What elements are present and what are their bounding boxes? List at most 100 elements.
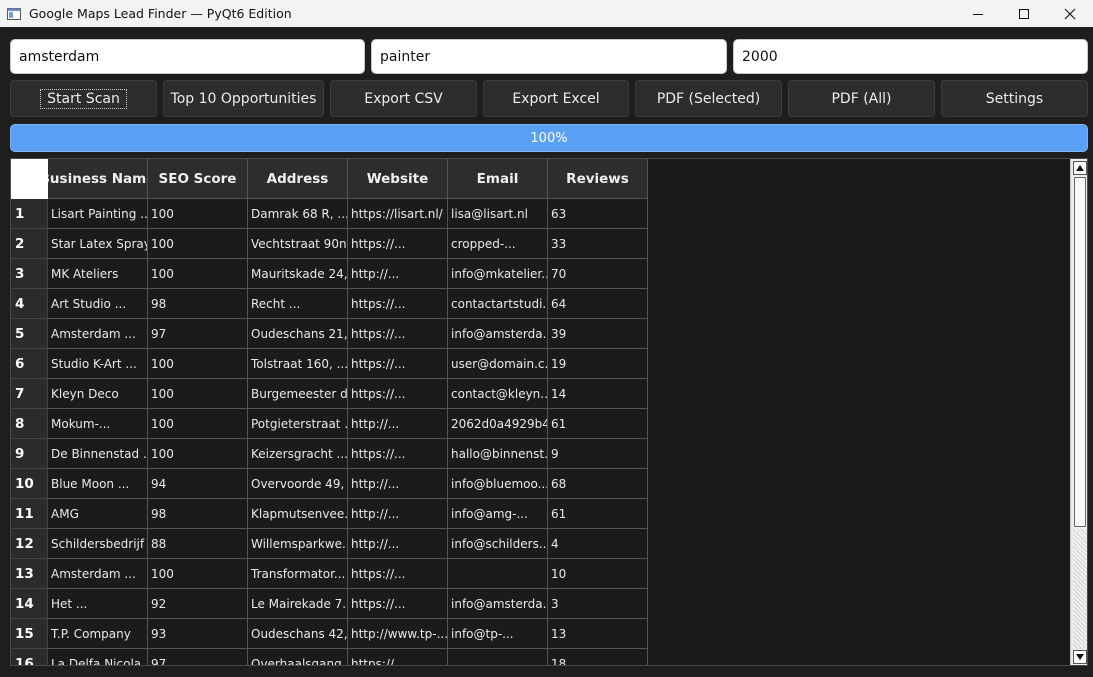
row-header[interactable]: 2 <box>11 229 48 259</box>
cell-seo-score[interactable]: 100 <box>148 409 248 439</box>
keyword-input[interactable] <box>371 39 727 74</box>
cell-business-name[interactable]: Lisart Painting ... <box>48 199 148 229</box>
cell-reviews[interactable]: 68 <box>548 469 648 499</box>
table-row[interactable]: 7Kleyn Deco100Burgemeester d...https://.… <box>11 379 648 409</box>
cell-business-name[interactable]: T.P. Company <box>48 619 148 649</box>
scroll-up-button[interactable] <box>1073 161 1087 175</box>
cell-website[interactable]: http://... <box>348 529 448 559</box>
cell-seo-score[interactable]: 100 <box>148 559 248 589</box>
cell-seo-score[interactable]: 93 <box>148 619 248 649</box>
cell-reviews[interactable]: 14 <box>548 379 648 409</box>
cell-reviews[interactable]: 9 <box>548 439 648 469</box>
table-row[interactable]: 8 Mokum-... 100 Potgieterstraat ... http://.… <box>11 409 648 439</box>
cell-reviews[interactable]: 10 <box>548 559 648 589</box>
cell-seo-score[interactable]: 100 <box>148 259 248 289</box>
row-header[interactable]: 13 <box>11 559 48 589</box>
scrollbar-thumb[interactable] <box>1074 177 1086 527</box>
cell-address[interactable]: Oudeschans 21,... <box>248 319 348 349</box>
table-row[interactable]: 5Amsterdam ...97Oudeschans 21,...https:/… <box>11 319 648 349</box>
cell-email[interactable]: info@tp-... <box>448 619 548 649</box>
export-csv-button[interactable]: Export CSV <box>330 80 477 117</box>
cell-website[interactable]: https://... <box>348 349 448 379</box>
row-header[interactable]: 3 <box>11 259 48 289</box>
table-row[interactable]: 6 Studio K-Art ... 100 Tolstraat 160, ... ht… <box>11 349 648 379</box>
cell-business-name[interactable]: AMG <box>48 499 148 529</box>
cell-address[interactable]: Potgieterstraat ... <box>248 409 348 439</box>
cell-seo-score[interactable]: 100 <box>148 349 248 379</box>
pdf-selected-button[interactable]: PDF (Selected) <box>635 80 782 117</box>
cell-reviews[interactable]: 19 <box>548 349 648 379</box>
cell-reviews[interactable]: 70 <box>548 259 648 289</box>
scroll-down-button[interactable] <box>1073 650 1087 664</box>
table-row[interactable]: 12Schildersbedrijf ...88Willemsparkwe...… <box>11 529 648 559</box>
close-button[interactable] <box>1047 0 1093 27</box>
cell-business-name[interactable]: Mokum-... <box>48 409 148 439</box>
pdf-all-button[interactable]: PDF (All) <box>788 80 935 117</box>
cell-address[interactable]: Le Mairekade 7... <box>248 589 348 619</box>
row-header[interactable]: 7 <box>11 379 48 409</box>
cell-reviews[interactable]: 61 <box>548 409 648 439</box>
table-row[interactable]: 11 AMG 98 Klapmutsenvee... http://... info@am… <box>11 499 648 529</box>
top10-opportunities-button[interactable]: Top 10 Opportunities <box>163 80 324 117</box>
cell-seo-score[interactable]: 97 <box>148 649 248 665</box>
cell-website[interactable]: https://lisart.nl/ <box>348 199 448 229</box>
table-row[interactable]: 13 Amsterdam ... 100 Transformator... https:… <box>11 559 648 589</box>
row-header[interactable]: 6 <box>11 349 48 379</box>
settings-button[interactable]: Settings <box>941 80 1088 117</box>
row-header[interactable]: 9 <box>11 439 48 469</box>
column-header-email[interactable]: Email <box>448 159 548 199</box>
row-header[interactable]: 15 <box>11 619 48 649</box>
cell-address[interactable]: Overhaalsgang ... <box>248 649 348 665</box>
cell-address[interactable]: Willemsparkwe... <box>248 529 348 559</box>
cell-reviews[interactable]: 18 <box>548 649 648 665</box>
cell-website[interactable]: http://... <box>348 409 448 439</box>
scrollbar-track[interactable] <box>1073 529 1087 649</box>
cell-business-name[interactable]: Amsterdam ... <box>48 559 148 589</box>
cell-seo-score[interactable]: 88 <box>148 529 248 559</box>
cell-seo-score[interactable]: 100 <box>148 229 248 259</box>
table-row[interactable]: 4 Art Studio ... 98 Recht ... https://... con… <box>11 289 648 319</box>
cell-business-name[interactable]: Het ... <box>48 589 148 619</box>
cell-email[interactable]: info@mkatelier.... <box>448 259 548 289</box>
row-header[interactable]: 16 <box>11 649 48 665</box>
row-header[interactable]: 4 <box>11 289 48 319</box>
cell-website[interactable]: https://... <box>348 319 448 349</box>
cell-website[interactable]: https://... <box>348 589 448 619</box>
cell-reviews[interactable]: 63 <box>548 199 648 229</box>
cell-business-name[interactable]: Studio K-Art ... <box>48 349 148 379</box>
cell-reviews[interactable]: 3 <box>548 589 648 619</box>
cell-business-name[interactable]: Blue Moon ... <box>48 469 148 499</box>
cell-business-name[interactable]: MK Ateliers <box>48 259 148 289</box>
column-header-website[interactable]: Website <box>348 159 448 199</box>
cell-address[interactable]: Vechtstraat 90n,... <box>248 229 348 259</box>
cell-reviews[interactable]: 39 <box>548 319 648 349</box>
cell-seo-score[interactable]: 98 <box>148 499 248 529</box>
cell-reviews[interactable]: 33 <box>548 229 648 259</box>
cell-business-name[interactable]: Star Latex Spray <box>48 229 148 259</box>
cell-email[interactable]: info@amg-... <box>448 499 548 529</box>
cell-email[interactable]: cropped-... <box>448 229 548 259</box>
cell-address[interactable]: Oudeschans 42,... <box>248 619 348 649</box>
cell-website[interactable]: https://... <box>348 229 448 259</box>
row-header[interactable]: 12 <box>11 529 48 559</box>
cell-email[interactable]: info@bluemoo.... <box>448 469 548 499</box>
limit-input[interactable] <box>733 39 1088 74</box>
cell-website[interactable]: https://... <box>348 439 448 469</box>
table-row[interactable]: 3MK Ateliers100Mauritskade 24,...http://… <box>11 259 648 289</box>
table-row[interactable]: 2Star Latex Spray100Vechtstraat 90n,...h… <box>11 229 648 259</box>
cell-address[interactable]: Mauritskade 24,... <box>248 259 348 289</box>
row-header[interactable]: 10 <box>11 469 48 499</box>
cell-email[interactable]: hallo@binnenst... <box>448 439 548 469</box>
maximize-button[interactable] <box>1001 0 1047 27</box>
cell-business-name[interactable]: Amsterdam ... <box>48 319 148 349</box>
table-row[interactable]: 1 Lisart Painting ... 100 Damrak 68 R, ... h… <box>11 199 648 229</box>
cell-address[interactable]: Overvoorde 49, ... <box>248 469 348 499</box>
row-header[interactable]: 14 <box>11 589 48 619</box>
cell-reviews[interactable]: 4 <box>548 529 648 559</box>
cell-business-name[interactable]: Art Studio ... <box>48 289 148 319</box>
cell-seo-score[interactable]: 92 <box>148 589 248 619</box>
cell-address[interactable]: Klapmutsenvee... <box>248 499 348 529</box>
cell-address[interactable]: Burgemeester d... <box>248 379 348 409</box>
cell-address[interactable]: Transformator... <box>248 559 348 589</box>
cell-business-name[interactable]: De Binnenstad ... <box>48 439 148 469</box>
